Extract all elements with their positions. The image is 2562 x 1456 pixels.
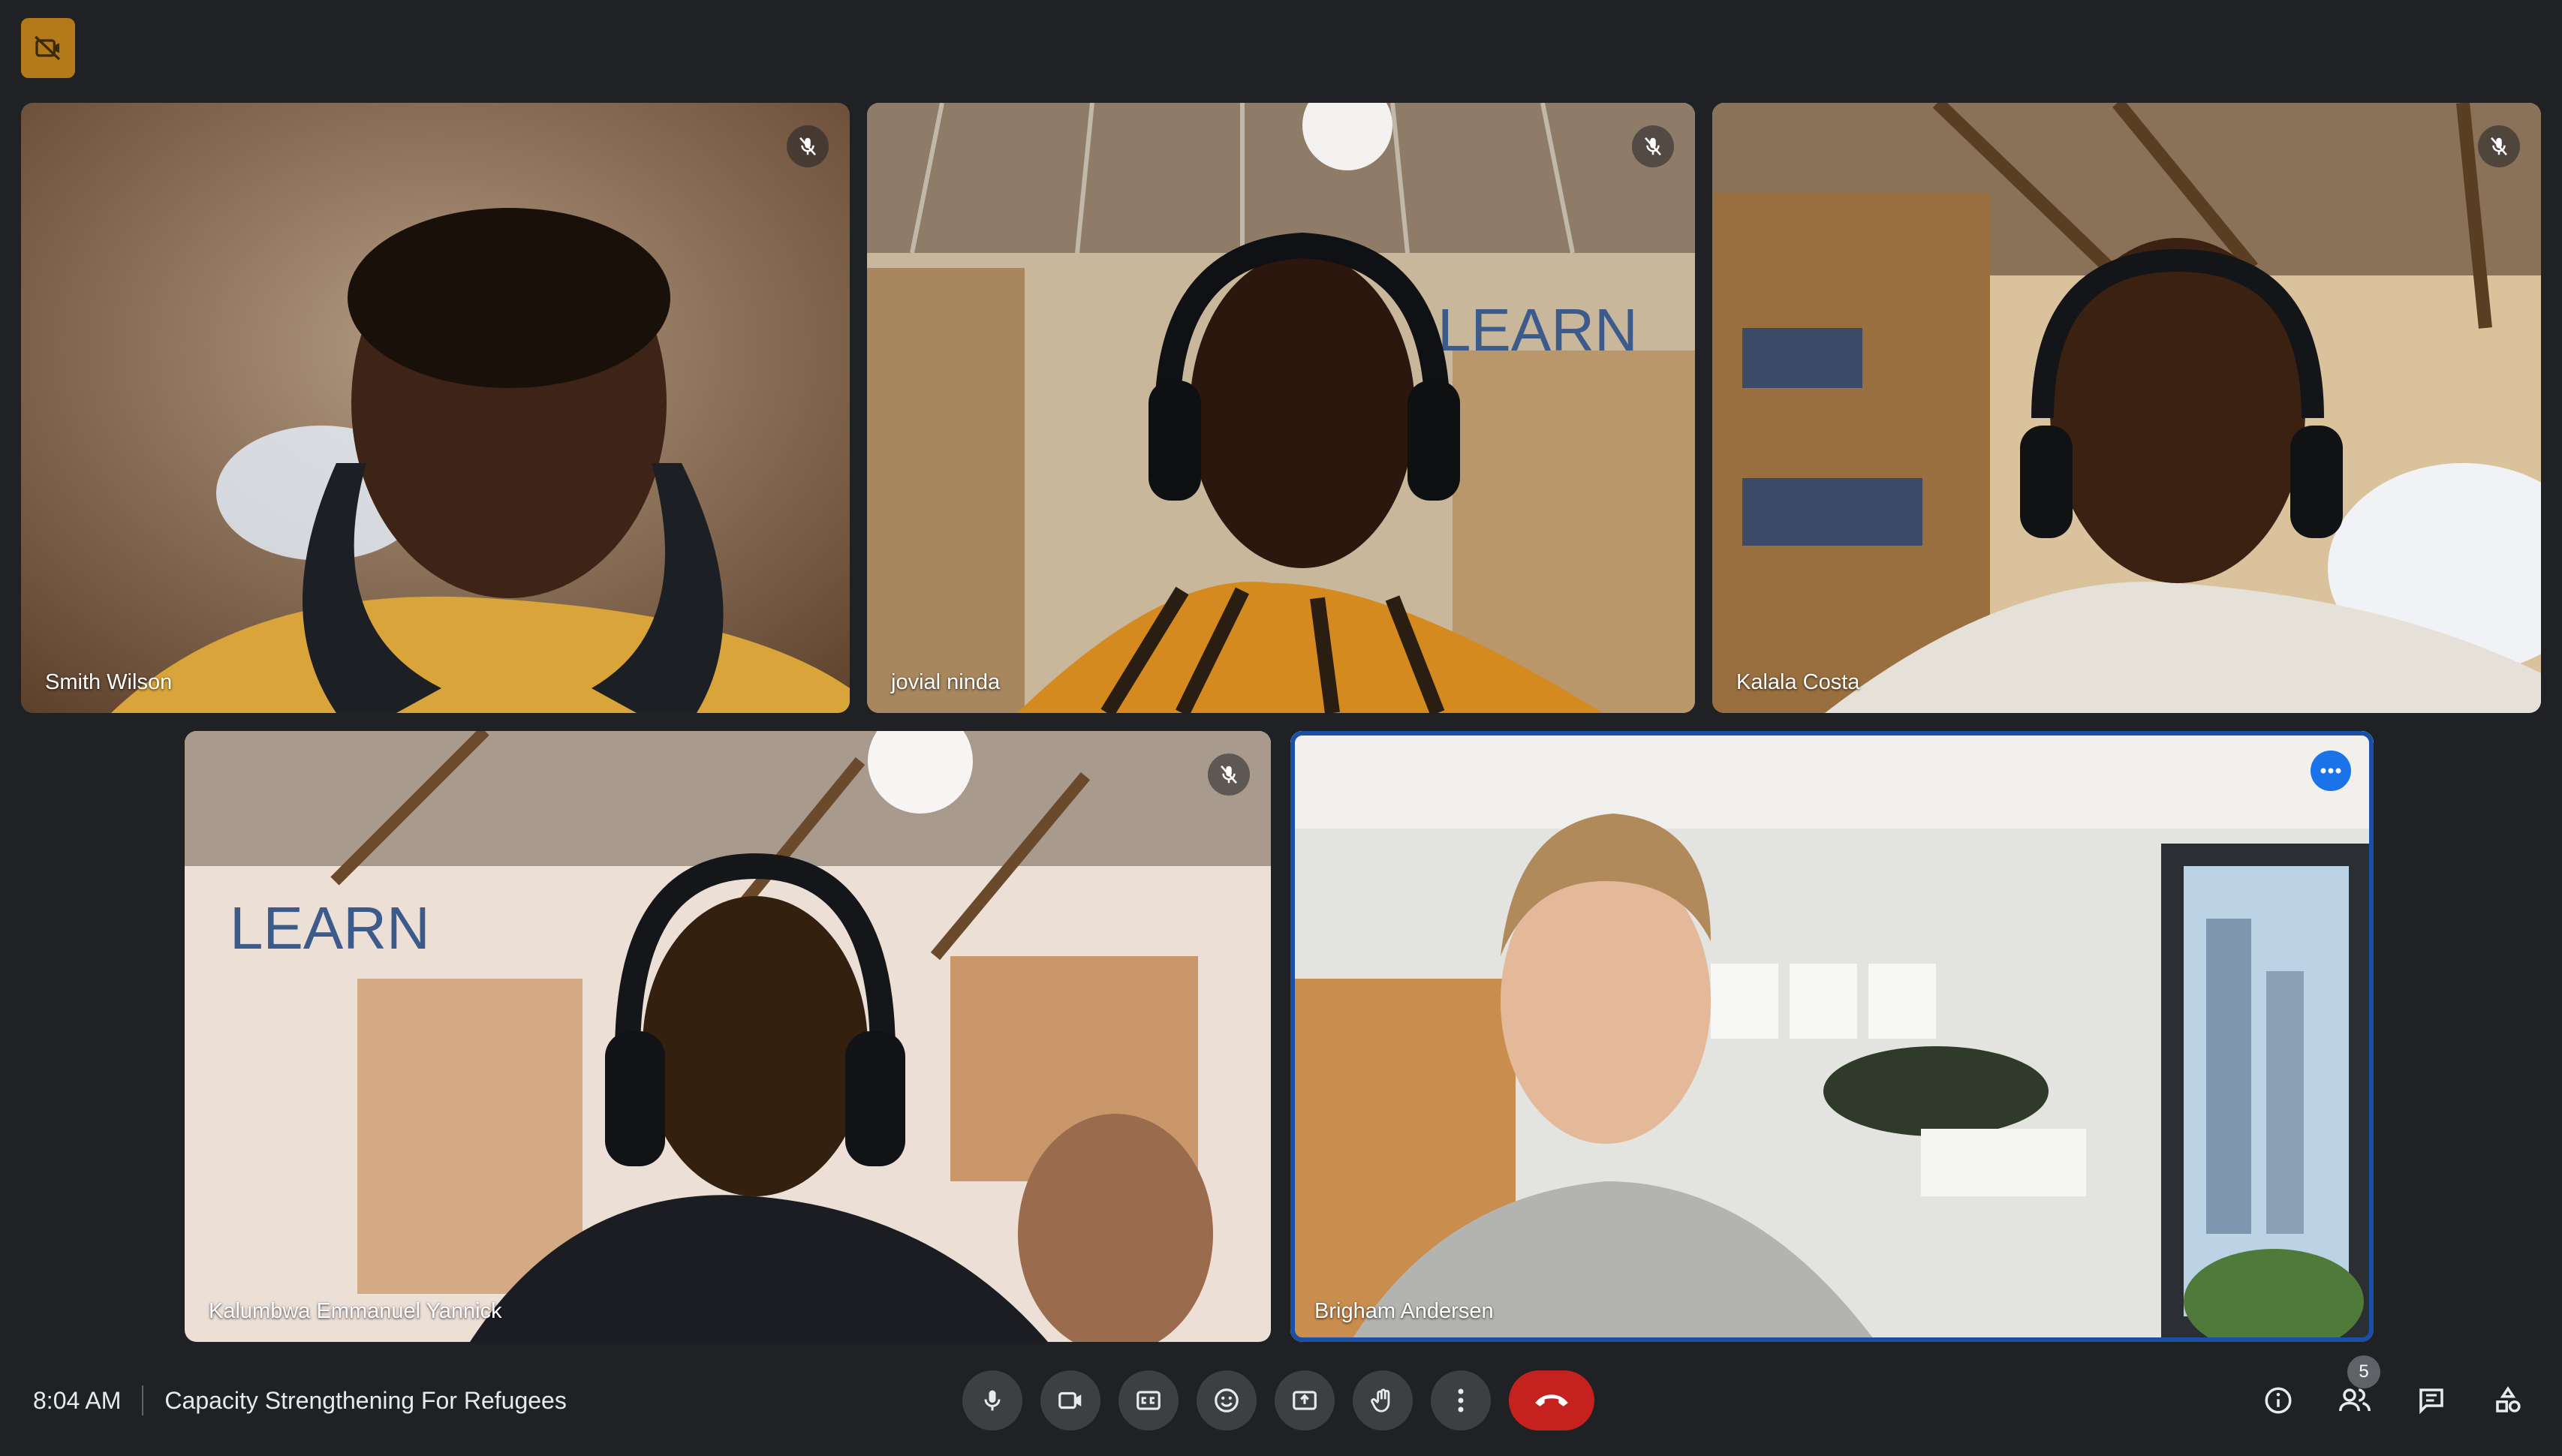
- video-feed: [21, 103, 850, 713]
- present-screen-button[interactable]: [1275, 1370, 1335, 1430]
- participant-tile-kalala-costa[interactable]: Kalala Costa: [1712, 103, 2541, 713]
- wall-sign-text: LEARN: [230, 895, 430, 961]
- camera-off-icon: [35, 35, 61, 61]
- muted-indicator: [2478, 125, 2520, 167]
- meeting-time: 8:04 AM: [33, 1386, 122, 1414]
- chat-button[interactable]: [2401, 1370, 2461, 1430]
- emoji-icon: [1215, 1388, 1239, 1412]
- meeting-details-button[interactable]: [2248, 1370, 2308, 1430]
- muted-indicator: [787, 125, 829, 167]
- participant-name: Smith Wilson: [45, 670, 173, 694]
- video-feed: [1290, 731, 2374, 1342]
- participant-name: jovial ninda: [891, 670, 1001, 694]
- people-icon: [2339, 1388, 2371, 1412]
- reactions-button[interactable]: [1197, 1370, 1257, 1430]
- tile-more-options-button[interactable]: [2311, 751, 2351, 791]
- mic-off-icon: [2491, 137, 2507, 156]
- video-feed: LEARN: [185, 731, 1271, 1342]
- more-vert-icon: [1458, 1388, 1464, 1412]
- divider: [142, 1385, 144, 1415]
- participant-name: Brigham Andersen: [1314, 1299, 1494, 1323]
- muted-indicator: [1208, 754, 1250, 796]
- wall-sign-text: LEARN: [1438, 296, 1638, 363]
- raise-hand-button[interactable]: [1353, 1370, 1413, 1430]
- participant-tile-brigham-andersen[interactable]: Brigham Andersen: [1290, 731, 2374, 1342]
- participant-count-badge: 5: [2347, 1355, 2380, 1388]
- participant-tile-kalumbwa-emmanuel-yannick[interactable]: LEARN Kalumbwa Emmanuel Yannick: [185, 731, 1271, 1342]
- mic-off-icon: [799, 137, 816, 156]
- raise-hand-icon: [1371, 1388, 1390, 1412]
- activities-icon: [2496, 1386, 2521, 1412]
- more-options-button[interactable]: [1431, 1370, 1491, 1430]
- chat-icon: [2419, 1388, 2443, 1415]
- people-button[interactable]: 5: [2325, 1355, 2385, 1430]
- participant-tile-jovial-ninda[interactable]: LEARN jovial ninda: [867, 103, 1695, 713]
- camera-icon: [1058, 1391, 1082, 1409]
- activities-button[interactable]: [2478, 1370, 2538, 1430]
- meeting-title: Capacity Strengthening For Refugees: [164, 1386, 567, 1414]
- meeting-info: 8:04 AM Capacity Strengthening For Refug…: [33, 1385, 567, 1415]
- call-controls: [962, 1370, 1594, 1430]
- participant-name: Kalumbwa Emmanuel Yannick: [209, 1299, 502, 1323]
- captions-icon: [1136, 1391, 1161, 1410]
- camera-button[interactable]: [1040, 1370, 1100, 1430]
- info-icon: [2265, 1387, 2292, 1414]
- end-call-button[interactable]: [1509, 1370, 1594, 1430]
- mic-off-icon: [1221, 765, 1237, 784]
- camera-off-badge[interactable]: [21, 18, 75, 78]
- side-panel-controls: 5: [2248, 1355, 2538, 1430]
- end-call-icon: [1535, 1394, 1568, 1406]
- more-options-icon: [2320, 768, 2341, 774]
- microphone-button[interactable]: [962, 1370, 1022, 1430]
- video-feed: [1712, 103, 2541, 713]
- muted-indicator: [1632, 125, 1674, 167]
- mic-off-icon: [1645, 137, 1661, 156]
- present-icon: [1293, 1391, 1317, 1410]
- video-feed: LEARN: [867, 103, 1695, 713]
- participant-tile-smith-wilson[interactable]: Smith Wilson: [21, 103, 850, 713]
- participant-name: Kalala Costa: [1736, 670, 1860, 694]
- mic-icon: [984, 1390, 1001, 1411]
- captions-button[interactable]: [1118, 1370, 1179, 1430]
